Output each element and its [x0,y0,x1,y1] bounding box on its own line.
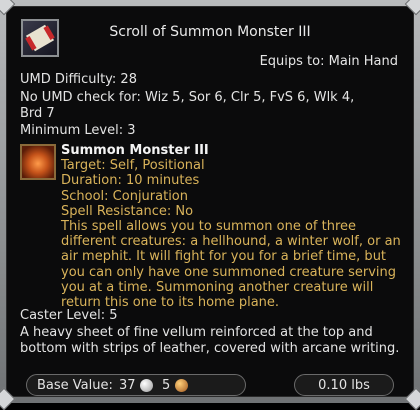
summon-spell-icon [20,144,56,180]
weight-value: 0.10 lbs [318,378,370,393]
weight-box: 0.10 lbs [294,374,394,396]
spell-name: Summon Monster III [61,143,209,158]
caster-level: Caster Level: 5 [20,308,118,323]
spell-school: School: Conjuration [61,188,189,204]
copper-amount: 5 [162,378,171,393]
base-value-label: Base Value: [37,378,113,393]
copper-coin-icon [175,379,188,392]
minimum-level: Minimum Level: 3 [20,123,136,138]
spell-duration: Duration: 10 minutes [61,173,200,189]
equips-to-text: Equips to: Main Hand [259,54,398,69]
spell-details: Summon Monster III Target: Self, Positio… [61,143,401,310]
no-umd-check-line1: No UMD check for: Wiz 5, Sor 6, Clr 5, F… [20,90,355,105]
no-umd-check-line2: Brd 7 [20,106,55,121]
umd-difficulty: UMD Difficulty: 28 [20,72,137,87]
item-description: A heavy sheet of fine vellum reinforced … [20,325,400,356]
spell-target: Target: Self, Positional [61,158,205,174]
tooltip-footer: Base Value: 37 5 0.10 lbs [26,374,394,396]
base-value-box: Base Value: 37 5 [26,374,246,396]
silver-coin-icon [140,379,153,392]
silver-amount: 37 [119,378,136,393]
item-title: Scroll of Summon Monster III [109,24,311,40]
spell-resistance: Spell Resistance: No [61,203,194,219]
spell-description: This spell allows you to summon one of t… [61,219,401,311]
